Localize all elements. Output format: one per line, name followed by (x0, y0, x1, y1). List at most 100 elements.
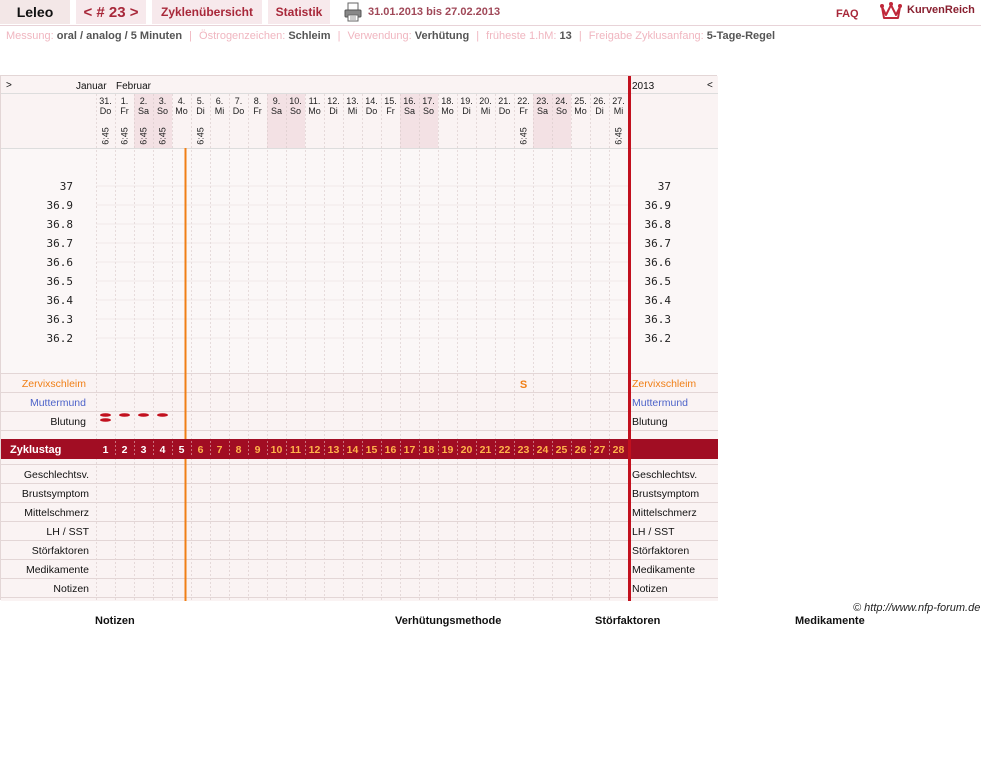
temperature-axis-label: 36.4 (47, 294, 74, 307)
day-date: 25. (574, 96, 587, 106)
cycle-day-number: 16 (385, 444, 397, 456)
symptom-row-label: Brustsymptom (22, 488, 89, 500)
measurement-time: 6:45 (196, 127, 206, 145)
measurement-time: 6:45 (139, 127, 149, 145)
temperature-axis-label-right: 36.8 (645, 218, 672, 231)
measurement-time: 6:45 (101, 127, 111, 145)
cycle-day-label: Zyklustag (10, 444, 61, 456)
symptom-row-label-right: Medikamente (632, 564, 695, 576)
info-label-estrogen: Östrogenzeichen: (199, 30, 286, 42)
day-weekday: Di (196, 106, 205, 116)
cycle-day-number: 5 (179, 444, 185, 456)
day-date: 7. (235, 96, 243, 106)
cycle-day-number: 11 (290, 444, 301, 456)
cycle-day-number: 12 (309, 444, 321, 456)
tab-statistics[interactable]: Statistik (268, 0, 330, 24)
footer-contraception-heading: Verhütungsmethode (395, 615, 502, 627)
cervix-os-label-right: Muttermund (632, 397, 688, 409)
symptom-row-label-right: LH / SST (632, 526, 675, 538)
info-separator: | (578, 30, 582, 42)
cycle-day-number: 4 (160, 444, 166, 456)
day-weekday: Fr (386, 106, 395, 116)
tab-cycle-overview[interactable]: Zyklenübersicht (152, 0, 262, 24)
measurement-time: 6:45 (614, 127, 624, 145)
temperature-axis-label-right: 36.9 (645, 199, 672, 212)
day-weekday: Do (499, 106, 511, 116)
day-date: 24. (555, 96, 568, 106)
day-date: 17. (422, 96, 435, 106)
day-weekday: Mo (574, 106, 587, 116)
day-date: 27. (612, 96, 625, 106)
day-weekday: Fr (120, 106, 129, 116)
cycle-navigator[interactable]: < # 23 > (76, 0, 146, 24)
symptom-row-label: Mittelschmerz (24, 507, 89, 519)
day-date: 21. (498, 96, 511, 106)
cycle-day-number: 18 (423, 444, 435, 456)
nav-prev-button[interactable]: > (6, 80, 12, 91)
temperature-axis-label: 36.8 (47, 218, 74, 231)
bleeding-mark (100, 418, 111, 422)
day-weekday: So (556, 106, 567, 116)
cycle-day-number: 24 (537, 444, 549, 456)
temperature-axis-label-right: 36.2 (645, 332, 672, 345)
cycle-day-number: 8 (236, 444, 242, 456)
info-label-measurement: Messung: (6, 30, 54, 42)
day-date: 14. (365, 96, 378, 106)
temperature-axis-label-right: 36.6 (645, 256, 672, 269)
day-date: 23. (536, 96, 549, 106)
day-weekday: Do (233, 106, 245, 116)
cycle-day-number: 6 (198, 444, 204, 456)
day-weekday: Sa (138, 106, 149, 116)
bleeding-label: Blutung (50, 416, 86, 428)
info-value-usage: Verhütung (414, 30, 470, 42)
day-weekday: Di (329, 106, 338, 116)
day-weekday: Mo (308, 106, 321, 116)
bleeding-mark (138, 413, 149, 417)
brand-name[interactable]: KurvenReich (907, 4, 975, 16)
cycle-day-number: 20 (461, 444, 473, 456)
day-weekday: Mo (175, 106, 188, 116)
cycle-day-number: 14 (347, 444, 359, 456)
faq-link[interactable]: FAQ (836, 8, 859, 20)
kurvenreich-crown-icon[interactable] (880, 1, 902, 21)
nav-next-button[interactable]: < (707, 80, 713, 91)
user-name[interactable]: Leleo (0, 0, 70, 24)
temperature-axis-label-right: 36.5 (645, 275, 672, 288)
day-date: 11. (309, 96, 321, 106)
day-date: 12. (327, 96, 340, 106)
cervix-mucus-label-right: Zervixschleim (632, 378, 696, 390)
cycle-day-number: 2 (122, 444, 128, 456)
bleeding-mark (157, 413, 168, 417)
cycle-day-number: 25 (556, 444, 568, 456)
day-date: 20. (479, 96, 492, 106)
day-weekday: Mi (614, 106, 624, 116)
day-date: 13. (346, 96, 359, 106)
date-range: 31.01.2013 bis 27.02.2013 (368, 6, 501, 18)
cervix-os-label: Muttermund (30, 397, 86, 409)
temperature-axis-label: 37 (60, 180, 73, 193)
cycle-day-number: 9 (255, 444, 261, 456)
cycle-day-number: 27 (594, 444, 606, 456)
printer-icon[interactable] (343, 2, 363, 22)
cycle-day-number: 7 (217, 444, 223, 456)
bleeding-label-right: Blutung (632, 416, 668, 428)
day-date: 9. (273, 96, 281, 106)
info-label-cycle-start: Freigabe Zyklusanfang: (588, 30, 704, 42)
month-label: Januar (76, 81, 107, 92)
footer-credit: © http://www.nfp-forum.de (853, 602, 981, 614)
cervix-mucus-label: Zervixschleim (22, 378, 86, 390)
symptom-row-label: Störfaktoren (32, 545, 89, 557)
bleeding-mark (100, 413, 111, 417)
info-value-estrogen: Schleim (288, 30, 331, 42)
measurement-info: Messung: oral / analog / 5 Minuten | Öst… (6, 30, 775, 42)
day-date: 18. (441, 96, 454, 106)
symptom-row-label: Medikamente (26, 564, 89, 576)
temperature-area (1, 148, 718, 373)
footer-notes-heading: Notizen (95, 615, 135, 627)
day-weekday: Mi (348, 106, 358, 116)
symptom-row-label-right: Geschlechtsv. (632, 469, 697, 481)
day-weekday: Sa (404, 106, 415, 116)
day-weekday: Mi (481, 106, 491, 116)
cycle-day-bar (1, 439, 718, 459)
temperature-axis-label: 36.6 (47, 256, 74, 269)
